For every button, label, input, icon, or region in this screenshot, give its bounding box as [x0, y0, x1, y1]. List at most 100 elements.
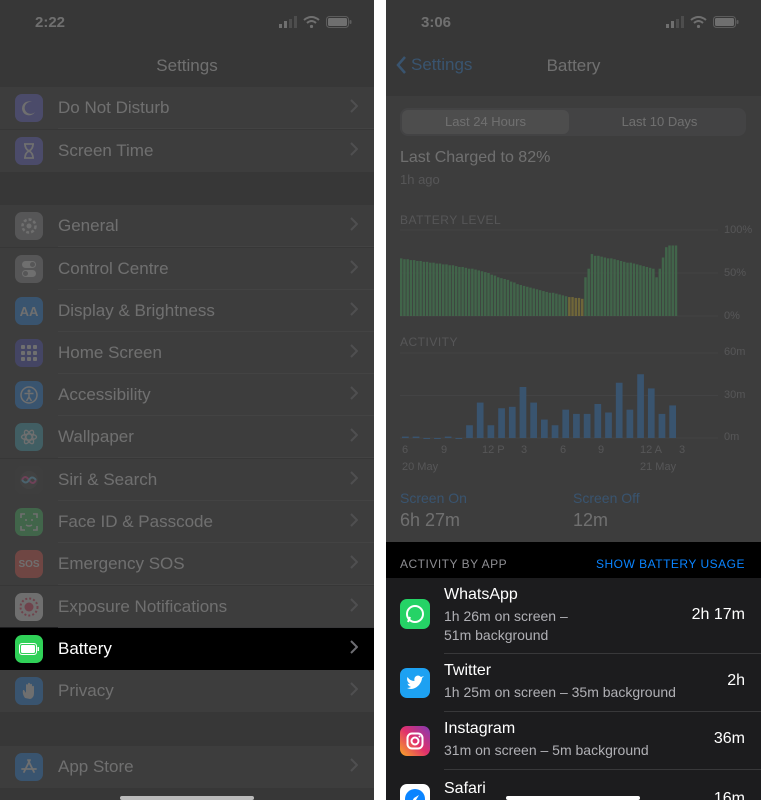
settings-row-home-screen[interactable]: Home Screen — [0, 332, 374, 374]
siri-icon — [15, 466, 43, 494]
battery-level-bar — [516, 284, 519, 316]
battery-level-bar — [458, 266, 461, 316]
battery-level-bar — [471, 268, 474, 316]
screen-off-label: Screen Off — [573, 490, 640, 506]
battery-level-bar — [590, 254, 594, 316]
battery-level-bar — [545, 291, 548, 316]
app-list: WhatsApp 1h 26m on screen – 51m backgrou… — [386, 578, 761, 800]
settings-row-siri-search[interactable]: Siri & Search — [0, 459, 374, 501]
battery-level-bar — [467, 268, 471, 316]
app-row-twitter[interactable]: Twitter 1h 25m on screen – 35m backgroun… — [386, 654, 761, 712]
battery-level-bar — [432, 262, 435, 316]
battery-level-bar — [564, 296, 568, 316]
date-label-21-may: 21 May — [640, 461, 677, 473]
battery-level-bar — [623, 261, 626, 316]
battery-level-chart — [400, 229, 718, 317]
battery-level-bar — [668, 245, 671, 316]
status-icons — [666, 16, 739, 28]
battery-level-bar — [496, 277, 500, 316]
app-store-icon — [15, 753, 43, 781]
battery-level-bar — [548, 292, 552, 316]
settings-row-control-centre[interactable]: Control Centre — [0, 248, 374, 290]
chevron-right-icon — [350, 756, 359, 777]
chevron-right-icon — [350, 258, 359, 279]
battery-status-icon — [713, 16, 739, 28]
settings-row-face-id-passcode[interactable]: Face ID & Passcode — [0, 501, 374, 543]
battery-level-bar — [539, 290, 542, 316]
battery-level-bar — [461, 266, 464, 316]
battery-level-bar — [658, 268, 662, 316]
battery-level-bar — [477, 270, 481, 316]
chevron-right-icon — [350, 638, 359, 659]
battery-level-bar — [577, 297, 581, 316]
safari-icon — [400, 784, 430, 800]
screen-on-value: 6h 27m — [400, 510, 461, 530]
battery-level-bar — [652, 268, 655, 316]
instagram-icon — [400, 726, 430, 756]
home-indicator — [506, 796, 640, 800]
battery-level-bar — [645, 266, 649, 316]
screen-on-label: Screen On — [400, 490, 467, 506]
battery-level-bar — [568, 297, 571, 316]
show-battery-usage-button[interactable]: SHOW BATTERY USAGE — [596, 557, 745, 571]
chevron-right-icon — [350, 215, 359, 236]
battery-level-bar — [493, 275, 497, 316]
battery-level-bar — [419, 260, 422, 316]
activity-bar — [541, 419, 548, 438]
activity-bar — [423, 438, 431, 439]
segment-last-10-days[interactable]: Last 10 Days — [575, 110, 744, 134]
last-charged-text: Last Charged to 82% — [400, 149, 551, 166]
battery-level-bar — [438, 263, 442, 316]
battery-level-bar — [616, 260, 620, 316]
activity-bar — [434, 438, 441, 439]
chevron-right-icon — [350, 426, 359, 447]
hourglass-icon — [15, 137, 43, 165]
battery-level-bar — [613, 259, 616, 316]
app-row-whatsapp[interactable]: WhatsApp 1h 26m on screen – 51m backgrou… — [386, 578, 761, 654]
app-row-instagram[interactable]: Instagram 31m on screen – 5m background … — [386, 712, 761, 770]
settings-row-do-not-disturb[interactable]: Do Not Disturb — [0, 87, 374, 129]
activity-bar — [637, 374, 644, 438]
battery-level-bar — [671, 245, 674, 316]
settings-row-app-store[interactable]: App Store — [0, 746, 374, 788]
app-name: WhatsApp — [444, 586, 518, 603]
battery-level-bar — [555, 293, 558, 316]
settings-row-screen-time[interactable]: Screen Time — [0, 130, 374, 172]
battery-screen: 3:06 Settings Battery Last 24 Hours Last… — [386, 0, 761, 800]
settings-row-display-brightness[interactable]: AA Display & Brightness — [0, 290, 374, 332]
segment-last-24-hours[interactable]: Last 24 Hours — [402, 110, 569, 134]
battery-level-bar — [619, 260, 623, 316]
settings-row-battery[interactable]: Battery — [0, 628, 374, 670]
settings-row-label: Display & Brightness — [58, 301, 215, 320]
activity-chart — [400, 352, 718, 439]
settings-row-label: Siri & Search — [58, 470, 158, 489]
row-separator — [58, 246, 374, 247]
settings-row-wallpaper[interactable]: Wallpaper — [0, 416, 374, 458]
settings-row-exposure-notifications[interactable]: Exposure Notifications — [0, 586, 374, 628]
battery-level-bar — [600, 256, 603, 316]
battery-level-bar — [484, 272, 487, 316]
battery-level-bar — [464, 267, 468, 316]
battery-level-bar — [542, 291, 545, 316]
battery-level-bar — [522, 285, 526, 316]
settings-row-privacy[interactable]: Privacy — [0, 670, 374, 712]
battery-level-bar — [487, 273, 490, 316]
activity-bar — [562, 409, 570, 438]
settings-row-label: Face ID & Passcode — [58, 512, 213, 531]
activity-bar — [647, 388, 655, 438]
settings-row-emergency-sos[interactable]: SOS Emergency SOS — [0, 543, 374, 585]
settings-row-label: Do Not Disturb — [58, 98, 170, 117]
battery-level-bar — [416, 260, 419, 316]
settings-row-accessibility[interactable]: Accessibility — [0, 374, 374, 416]
chevron-right-icon — [350, 553, 359, 574]
app-usage: 31m on screen – 5m background — [444, 742, 649, 758]
battery-level-bar — [519, 285, 523, 316]
app-usage-background: 51m background — [444, 627, 549, 643]
battery-level-bar — [532, 288, 535, 316]
activity-bar — [487, 425, 495, 438]
cellular-signal-icon — [279, 16, 297, 28]
app-name: Instagram — [444, 720, 516, 737]
settings-row-general[interactable]: General — [0, 205, 374, 247]
app-grid-icon — [15, 339, 43, 367]
chevron-right-icon — [350, 342, 359, 363]
